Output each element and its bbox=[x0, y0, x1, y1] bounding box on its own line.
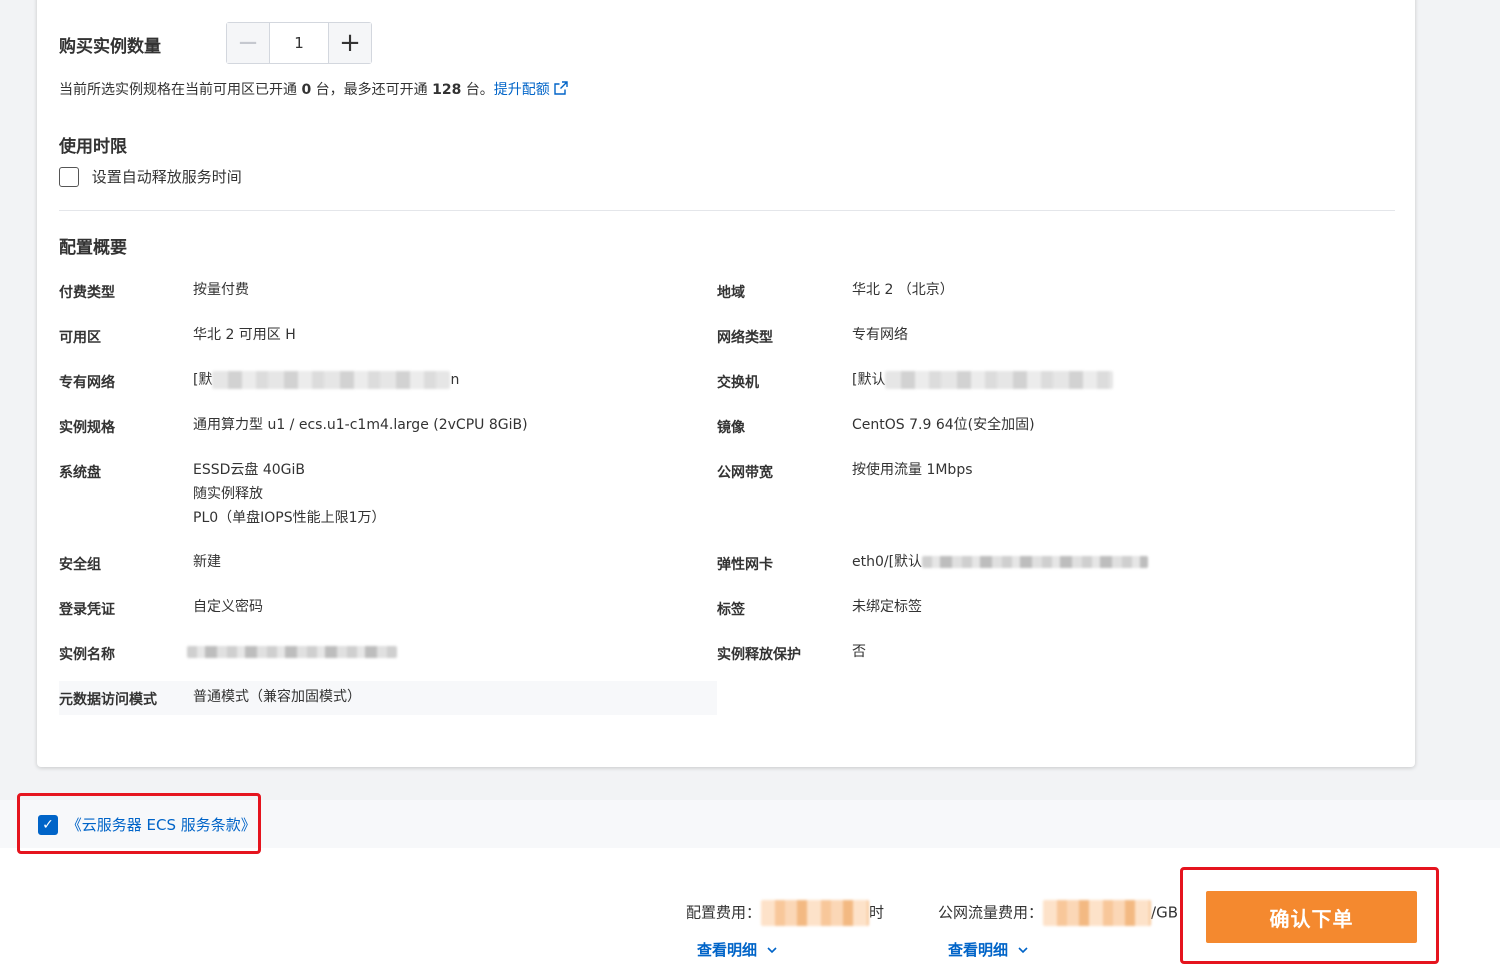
summary-label: 实例名称 bbox=[59, 647, 115, 663]
config-fee-suffix: 时 bbox=[869, 903, 885, 922]
system-disk-line: ESSD云盘 40GiB bbox=[193, 462, 306, 478]
traffic-fee-label: 公网流量费用： bbox=[938, 903, 1044, 922]
redacted-eni bbox=[922, 556, 1149, 568]
eni-value: eth0/[默认 bbox=[852, 550, 1149, 574]
summary-label: 实例释放保护 bbox=[717, 647, 801, 663]
terms-highlight-box bbox=[17, 793, 261, 854]
system-disk-line: 随实例释放 bbox=[193, 486, 263, 502]
summary-value: 新建 bbox=[193, 554, 221, 570]
quantity-input[interactable] bbox=[269, 23, 329, 63]
summary-title: 配置概要 bbox=[59, 238, 127, 258]
quota-max-count: 128 bbox=[432, 82, 462, 98]
quota-opened-count: 0 bbox=[301, 82, 312, 98]
summary-label: 专有网络 bbox=[59, 375, 115, 391]
summary-label: 系统盘 bbox=[59, 465, 101, 481]
traffic-fee: 公网流量费用： /GB bbox=[938, 900, 1178, 926]
minus-icon[interactable]: − bbox=[227, 23, 269, 63]
redacted-vswitch bbox=[885, 371, 1114, 389]
auto-release-label: 设置自动释放服务时间 bbox=[91, 168, 242, 186]
auto-release-checkbox[interactable] bbox=[59, 166, 79, 187]
quantity-label: 购买实例数量 bbox=[59, 37, 161, 57]
summary-label: 实例规格 bbox=[59, 420, 115, 436]
quota-suffix: 台。 bbox=[465, 82, 494, 98]
summary-value: 未绑定标签 bbox=[852, 599, 922, 615]
summary-label: 镜像 bbox=[717, 420, 745, 436]
metadata-row-highlight bbox=[59, 681, 717, 715]
summary-value: CentOS 7.9 64位(安全加固) bbox=[852, 417, 1035, 433]
traffic-fee-suffix: /GB bbox=[1151, 903, 1178, 922]
section-divider bbox=[59, 210, 1395, 211]
increase-quota-label: 提升配额 bbox=[493, 82, 550, 98]
system-disk-value: ESSD云盘 40GiB 随实例释放 PL0（单盘IOPS性能上限1万） bbox=[193, 458, 386, 530]
vpc-value-prefix: [默 bbox=[193, 372, 213, 388]
config-fee-detail-link[interactable]: 查看明细 bbox=[697, 939, 778, 960]
summary-label: 交换机 bbox=[717, 375, 759, 391]
vswitch-value: [默认 bbox=[852, 368, 1114, 392]
chevron-down-icon bbox=[1018, 947, 1028, 954]
summary-label: 弹性网卡 bbox=[717, 557, 773, 573]
quantity-stepper[interactable]: − + bbox=[226, 22, 372, 64]
instance-name-value bbox=[187, 640, 397, 664]
vswitch-value-prefix: [默认 bbox=[852, 372, 886, 388]
quota-prefix: 当前所选实例规格在当前可用区已开通 bbox=[59, 82, 297, 98]
auto-release-option[interactable]: 设置自动释放服务时间 bbox=[59, 166, 242, 187]
summary-value: 通用算力型 u1 / ecs.u1-c1m4.large (2vCPU 8GiB… bbox=[193, 417, 528, 433]
summary-label: 地域 bbox=[717, 285, 745, 301]
system-disk-line: PL0（单盘IOPS性能上限1万） bbox=[193, 510, 386, 526]
summary-value: 自定义密码 bbox=[193, 599, 263, 615]
summary-value: 华北 2 可用区 H bbox=[193, 327, 296, 343]
summary-value: 按量付费 bbox=[193, 282, 249, 298]
redacted-vpc bbox=[212, 371, 451, 389]
usage-title: 使用时限 bbox=[59, 137, 127, 157]
summary-value: 华北 2 （北京） bbox=[852, 282, 954, 298]
vpc-value-suffix: n bbox=[450, 372, 460, 388]
summary-label: 安全组 bbox=[59, 557, 101, 573]
summary-label: 可用区 bbox=[59, 330, 101, 346]
redacted-instance-name bbox=[187, 646, 397, 658]
traffic-fee-detail-link[interactable]: 查看明细 bbox=[948, 939, 1029, 960]
plus-icon[interactable]: + bbox=[329, 23, 371, 63]
external-link-icon bbox=[554, 81, 568, 95]
summary-label: 网络类型 bbox=[717, 330, 773, 346]
config-card: 购买实例数量 − + 当前所选实例规格在当前可用区已开通 0 台，最多还可开通 … bbox=[37, 0, 1415, 767]
vpc-value: [默 n bbox=[193, 368, 459, 392]
detail-label: 查看明细 bbox=[948, 941, 1009, 959]
increase-quota-link[interactable]: 提升配额 bbox=[493, 81, 568, 98]
confirm-highlight-box bbox=[1180, 867, 1439, 964]
summary-value: 否 bbox=[852, 644, 866, 660]
detail-label: 查看明细 bbox=[697, 941, 758, 959]
summary-label: 登录凭证 bbox=[59, 602, 115, 618]
redacted-config-fee bbox=[761, 900, 870, 926]
summary-value: 专有网络 bbox=[852, 327, 908, 343]
chevron-down-icon bbox=[767, 947, 777, 954]
summary-value: 按使用流量 1Mbps bbox=[852, 462, 973, 478]
quota-text: 当前所选实例规格在当前可用区已开通 0 台，最多还可开通 128 台。提升配额 bbox=[59, 79, 568, 99]
config-fee: 配置费用： 时 bbox=[686, 900, 884, 926]
summary-label: 公网带宽 bbox=[717, 465, 773, 481]
summary-label: 付费类型 bbox=[59, 285, 115, 301]
redacted-traffic-fee bbox=[1043, 900, 1152, 926]
summary-label: 标签 bbox=[717, 602, 745, 618]
eni-value-prefix: eth0/[默认 bbox=[852, 554, 923, 570]
summary-value: 普通模式（兼容加固模式） bbox=[193, 689, 361, 705]
quota-middle: 台，最多还可开通 bbox=[315, 82, 428, 98]
config-fee-label: 配置费用： bbox=[686, 903, 762, 922]
summary-label: 元数据访问模式 bbox=[59, 692, 157, 708]
